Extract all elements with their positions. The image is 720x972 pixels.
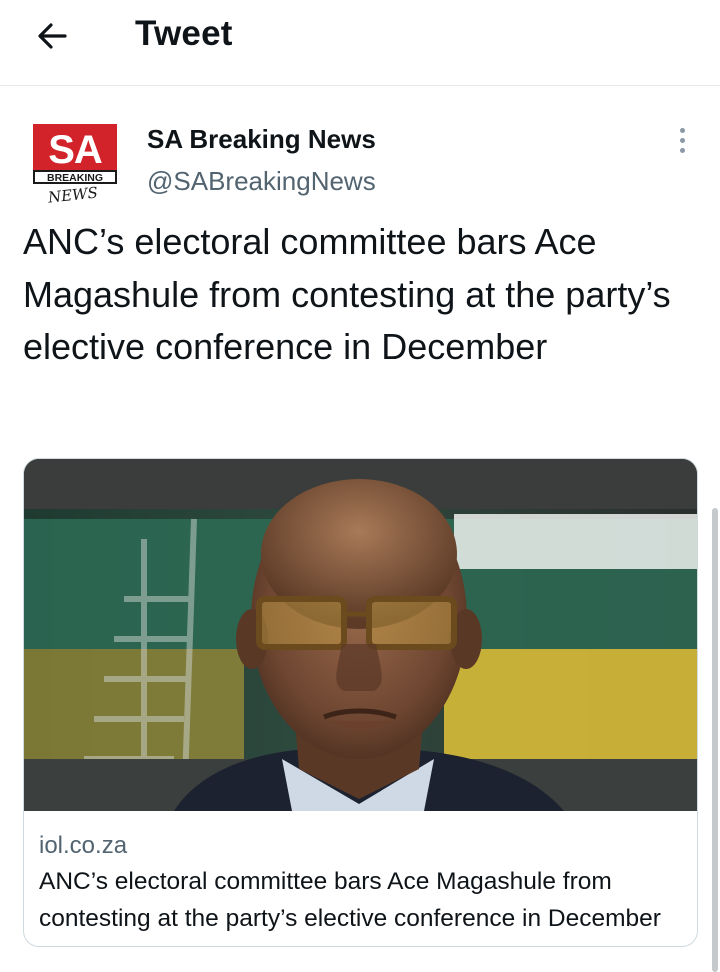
author-handle[interactable]: @SABreakingNews	[147, 166, 376, 197]
avatar[interactable]: SA BREAKING NEWS	[33, 124, 117, 207]
top-bar: Tweet	[0, 0, 720, 86]
card-text: iol.co.za ANC’s electoral committee bars…	[39, 829, 689, 937]
card-domain: iol.co.za	[39, 832, 128, 859]
avatar-banner-text: BREAKING	[47, 172, 103, 184]
arrow-left-icon	[38, 23, 67, 49]
author-name[interactable]: SA Breaking News	[147, 124, 376, 155]
back-button[interactable]	[30, 14, 74, 58]
link-card[interactable]: iol.co.za ANC’s electoral committee bars…	[23, 458, 698, 947]
card-title: ANC’s electoral committee bars Ace Magas…	[39, 868, 661, 932]
avatar-logo-text: SA	[48, 128, 102, 172]
scrollbar[interactable]	[712, 508, 718, 972]
tweet-text: ANC’s electoral committee bars Ace Magas…	[23, 221, 671, 367]
more-options-button[interactable]	[664, 122, 700, 158]
card-image	[24, 459, 697, 811]
more-vertical-icon	[679, 127, 685, 133]
avatar-script-text: NEWS	[46, 183, 98, 206]
page-title: Tweet	[135, 14, 233, 53]
